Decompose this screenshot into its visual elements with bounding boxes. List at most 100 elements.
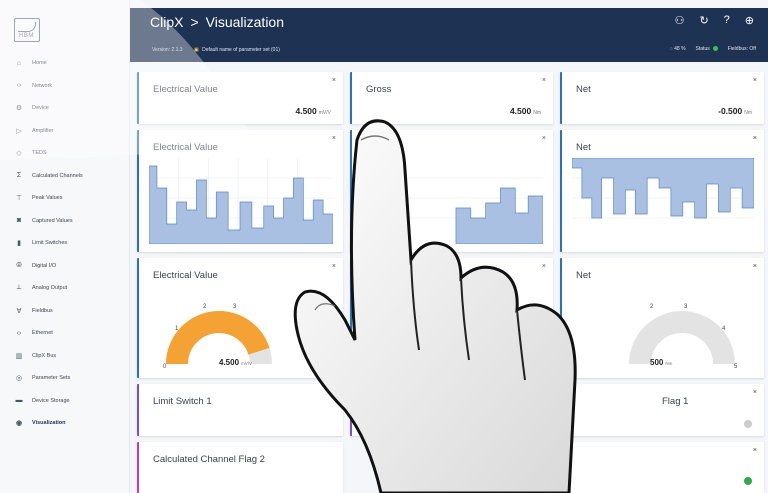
card-calculated-channel-flag-2[interactable]: Calculated Channel Flag 2 [137, 442, 343, 493]
bar-chart [362, 158, 543, 244]
breadcrumb-app[interactable]: ClipX [150, 14, 183, 30]
amplifier-icon: ▷ [16, 127, 22, 135]
close-icon[interactable]: × [332, 135, 336, 142]
bar-chart [149, 158, 333, 244]
sidebar-item-label: Parameter Sets [32, 375, 71, 382]
card-value: 4.500 Nm [509, 106, 541, 116]
sidebar-item-fieldbus[interactable]: ∀ Fieldbus [0, 300, 130, 323]
page-title: Visualization [205, 14, 285, 30]
sidebar-item-label: Limit Switches [32, 240, 68, 247]
chart-svg [572, 158, 754, 219]
sidebar-item-digital-i-o[interactable]: ⦾ Digital I/O [0, 255, 130, 278]
parameter-set-name[interactable]: Default name of parameter set (01) [202, 47, 280, 53]
ethernet-icon: ‹› [16, 329, 22, 337]
hbm-logo: HBM [14, 18, 40, 42]
sidebar-item-amplifier[interactable]: ▷ Amplifier [0, 120, 130, 143]
close-icon[interactable]: × [542, 135, 546, 142]
card-net-gauge[interactable]: Net × 2 3 4 5 500 Nm [560, 258, 764, 378]
sidebar-item-ethernet[interactable]: ‹› Ethernet [0, 322, 130, 345]
fieldbus-status: Fieldbus: Off [727, 46, 756, 52]
breadcrumb-separator: > [190, 14, 199, 30]
card-gross[interactable]: Gross × 4.500 Nm [350, 72, 553, 124]
card-electrical-value[interactable]: Electrical Value × 4.500 mV/V [137, 72, 343, 124]
close-icon[interactable]: × [753, 77, 757, 84]
sidebar-item-calculated-channels[interactable]: Σ Calculated Channels [0, 165, 130, 188]
gauge-svg: 2 3 4 5 [629, 304, 738, 370]
card-gross-chart[interactable]: × [350, 130, 553, 252]
close-icon[interactable]: × [332, 77, 336, 84]
sidebar-item-clipx-bus[interactable]: ▥ ClipX Bus [0, 345, 130, 368]
card-title: Flag 1 [662, 396, 689, 407]
gauge-tick: 0 [163, 364, 167, 370]
help-icon[interactable]: ? [724, 14, 730, 27]
sidebar-nav: ⌂ Home ‹› Network ⚙ Device ▷ Amplifier ◇ TEDS Σ Cal… [0, 52, 130, 435]
bus-icon: ▥ [15, 352, 23, 360]
sidebar-item-label: Captured Values [32, 217, 73, 224]
close-icon[interactable]: × [753, 447, 757, 454]
device-info: Version: 2.1.3 ▣ Default name of paramet… [152, 47, 280, 53]
card-title: Gross [366, 84, 392, 95]
chart-svg [149, 158, 333, 244]
card-limit-switch-2[interactable]: Li [350, 384, 553, 436]
sidebar-item-label: Peak Values [32, 195, 63, 202]
version-text: Version: 2.1.3 [152, 47, 183, 53]
sidebar: HBM ⌂ Home ‹› Network ⚙ Device ▷ Amplifier ◇ TEDS… [0, 0, 130, 493]
card-title: Calculated Channel Flag 2 [153, 454, 265, 465]
sidebar-item-label: Analog Output [32, 285, 68, 292]
card-title: Net [576, 142, 591, 153]
sidebar-item-limit-switches[interactable]: ▮ Limit Switches [0, 232, 130, 255]
sidebar-item-analog-output[interactable]: ⟂ Analog Output [0, 277, 130, 300]
sidebar-item-label: Device [32, 105, 49, 112]
card-net-chart[interactable]: Net × [560, 130, 764, 252]
sidebar-item-label: Digital I/O [32, 262, 57, 269]
sidebar-item-label: Network [32, 82, 53, 89]
close-icon[interactable]: × [332, 263, 336, 270]
card-gross-gauge[interactable]: G × [350, 258, 553, 378]
sidebar-item-peak-values[interactable]: ⊤ Peak Values [0, 187, 130, 210]
card-title: Electrical Value [153, 84, 218, 95]
sidebar-item-teds[interactable]: ◇ TEDS [0, 142, 130, 165]
sidebar-item-parameter-sets[interactable]: ◎ Parameter Sets [0, 367, 130, 390]
card-value: 4.500 mV/V [295, 106, 331, 116]
gauge-tick: 2 [203, 304, 207, 310]
sidebar-item-label: Visualization [32, 420, 66, 427]
digital-io-icon: ⦾ [16, 261, 22, 269]
card-limit-switch-1[interactable]: Limit Switch 1 [137, 384, 343, 436]
sidebar-item-device-storage[interactable]: ▬ Device Storage [0, 390, 130, 413]
cpu-icon: ◌ [669, 46, 673, 52]
user-add-icon[interactable]: ⚇ [675, 14, 685, 27]
sidebar-item-device[interactable]: ⚙ Device [0, 97, 130, 120]
gauge-tick: 2 [650, 304, 654, 310]
sidebar-item-network[interactable]: ‹› Network [0, 75, 130, 98]
network-icon: ‹› [16, 82, 22, 90]
globe-icon[interactable]: ⊕ [745, 14, 754, 27]
gauge-value: 4.500 mV/V [219, 358, 253, 367]
device-icon: ⚙ [15, 105, 23, 113]
storage-icon: ▬ [15, 397, 23, 405]
fieldbus-icon: ∀ [16, 307, 22, 315]
sidebar-item-captured-values[interactable]: ◙ Captured Values [0, 210, 130, 233]
sidebar-item-label: TEDS [32, 150, 47, 157]
close-icon[interactable]: × [542, 77, 546, 84]
breadcrumb: ClipX > Visualization [150, 14, 284, 30]
close-icon[interactable]: × [753, 389, 757, 396]
close-icon[interactable]: × [753, 135, 757, 142]
close-icon[interactable]: × [542, 263, 546, 270]
gauge-tick: 5 [734, 364, 738, 370]
bar-chart [572, 158, 754, 244]
card-value: -0.500 Nm [718, 106, 752, 116]
close-icon[interactable]: × [753, 263, 757, 270]
parameter-set-icon: ▣ [193, 47, 199, 53]
top-actions: ⚇ ↻ ? ⊕ [675, 14, 754, 27]
card-flag-3[interactable]: × [560, 442, 764, 493]
limit-icon: ▮ [17, 240, 21, 248]
sidebar-item-label: Fieldbus [32, 307, 53, 314]
sidebar-item-home[interactable]: ⌂ Home [0, 52, 130, 75]
card-flag-1[interactable]: Flag 1 × [560, 384, 764, 436]
card-net[interactable]: Net × -0.500 Nm [560, 72, 764, 124]
status-label: Status [695, 46, 710, 52]
refresh-icon[interactable]: ↻ [699, 14, 708, 27]
card-electrical-value-gauge[interactable]: Electrical Value × 0 1 2 3 4.500 mV/V [137, 258, 343, 378]
card-electrical-value-chart[interactable]: Electrical Value × [137, 130, 343, 252]
sidebar-item-visualization[interactable]: ◉ Visualization [0, 412, 130, 435]
